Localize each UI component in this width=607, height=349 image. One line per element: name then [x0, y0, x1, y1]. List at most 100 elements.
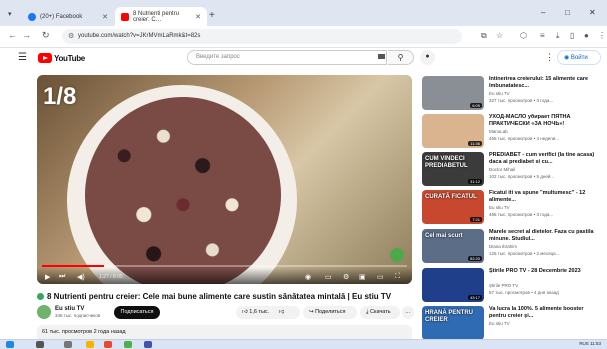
media-control-icon[interactable]: ≡ — [540, 31, 545, 40]
recommendation-channel[interactable]: Eu stiu TV — [489, 205, 510, 210]
browser-menu-icon[interactable]: ⋮ — [598, 31, 606, 40]
recommendation-channel[interactable]: Eu stiu TV — [489, 321, 510, 326]
reload-icon[interactable]: ↻ — [42, 30, 50, 41]
autoplay-toggle[interactable]: ◉ — [305, 273, 311, 281]
back-arrow-icon[interactable]: ← — [8, 30, 17, 40]
recommendation-item[interactable]: CUM VINDECI PREDIABETUL 31:12 PREDIABET - … — [422, 152, 602, 190]
start-button-icon[interactable] — [6, 341, 14, 348]
channel-name[interactable]: Eu stiu TV — [55, 306, 84, 312]
play-icon[interactable]: ▶ — [45, 273, 50, 281]
recommendation-channel[interactable]: Știrile PRO TV — [489, 283, 518, 288]
browser-tab-youtube[interactable]: 8 Nutrienti pentru creier: C… ✕ — [115, 7, 207, 26]
browser-tab-facebook[interactable]: (20+) Facebook ✕ — [22, 7, 114, 26]
recommendation-title[interactable]: PREDIABET - cum verifici (la tine acasa)… — [489, 152, 599, 166]
download-icon[interactable]: ⤓ — [556, 31, 560, 41]
recommendation-title[interactable]: УХОД-МАСЛО убирает ПЯТНА ПРАКТИЧЕСКИ «ЗА… — [489, 114, 599, 128]
forward-arrow-icon[interactable]: → — [22, 30, 31, 40]
hamburger-menu-icon[interactable]: ☰ — [18, 52, 27, 63]
more-actions-button[interactable]: … — [402, 306, 414, 319]
recommendation-thumbnail[interactable]: 43:17 — [422, 268, 484, 302]
recommendation-channel[interactable]: Diana Ibrahim — [489, 244, 517, 249]
recommendation-title[interactable]: Știrile PRO TV - 28 Decembrie 2023 — [489, 268, 599, 275]
recommendation-meta: 455 тыс. просмотров • 4 недели... — [489, 136, 560, 141]
minimize-button[interactable]: – — [541, 8, 545, 17]
share-button[interactable]: ↪ Поделиться — [303, 306, 357, 319]
video-title: 8 Nutrienti pentru creier: Cele mai bune… — [37, 292, 391, 301]
subtitles-icon[interactable]: ▭ — [325, 273, 332, 281]
recommendation-item[interactable]: 11:36 УХОД-МАСЛО убирает ПЯТНА ПРАКТИЧЕСК… — [422, 114, 602, 152]
app-icon[interactable] — [104, 341, 112, 348]
download-button[interactable]: ⤓ Скачать — [360, 306, 400, 319]
recommendation-channel[interactable]: ManoLab — [489, 129, 508, 134]
address-bar[interactable]: ⚙ youtube.com/watch?v=JKrMVmLaRmk&t=82s — [62, 29, 462, 44]
youtube-logo[interactable]: YouTube — [38, 53, 85, 63]
settings-gear-icon[interactable]: ⚙ — [343, 273, 349, 281]
bookmark-star-icon[interactable]: ☆ — [496, 31, 503, 40]
recommendation-item[interactable]: 43:17 Știrile PRO TV - 28 Decembrie 2023 Ș… — [422, 268, 602, 306]
thumbs-down-icon[interactable]: 👎︎ — [279, 309, 285, 315]
recommendation-item[interactable]: 6:09 Intinerirea creierului: 15 alimente … — [422, 76, 602, 114]
recommendation-thumbnail[interactable]: HRANĂ PENTRU CREIER — [422, 306, 484, 340]
close-tab-icon[interactable]: ✕ — [102, 13, 108, 21]
taskview-icon[interactable] — [64, 341, 72, 348]
close-tab-icon[interactable]: ✕ — [195, 13, 201, 21]
recommendation-thumbnail[interactable]: Cel mai scurt 52:20 — [422, 229, 484, 263]
recommendation-channel[interactable]: Eu stiu TV — [489, 91, 510, 96]
recommendation-thumbnail[interactable]: CURATĂ FICATUL 7:21 — [422, 190, 484, 224]
settings-kebab-icon[interactable]: ⋮ — [545, 52, 554, 63]
recommendation-channel[interactable]: Doctor Mihail — [489, 167, 515, 172]
recommendation-title[interactable]: Va lucra la 100%. 5 alimente booster pen… — [489, 306, 599, 320]
thumbnail-caption: HRANĂ PENTRU CREIER — [425, 310, 473, 323]
recommendation-thumbnail[interactable]: CUM VINDECI PREDIABETUL 31:12 — [422, 152, 484, 186]
chrome-taskbar-icon[interactable] — [124, 341, 132, 348]
maximize-button[interactable]: □ — [565, 8, 570, 17]
search-button[interactable]: ⚲ — [388, 50, 414, 65]
next-icon[interactable]: ⏭ — [59, 273, 65, 281]
install-app-icon[interactable]: ⧉ — [481, 31, 487, 41]
thumbnail-caption: Cel mai scurt — [425, 233, 463, 239]
subscribe-button[interactable]: Подписаться — [114, 306, 160, 319]
recommendation-thumbnail[interactable]: 11:36 — [422, 114, 484, 148]
recommendation-title[interactable]: Marele secret al dietelor. Faza cu pasti… — [489, 229, 599, 243]
sign-in-label: Войти — [570, 55, 588, 61]
miniplayer-icon[interactable]: ▣ — [359, 273, 366, 281]
sign-in-button[interactable]: ◉ Войти — [557, 50, 601, 65]
recommendation-item[interactable]: CURATĂ FICATUL 7:21 Ficatul iti va spune "… — [422, 190, 602, 228]
recommendation-title[interactable]: Ficatul iti va spune "multumesc" - 12 al… — [489, 190, 599, 204]
file-explorer-icon[interactable] — [86, 341, 94, 348]
channel-avatar[interactable] — [37, 305, 51, 319]
voice-search-button[interactable]: ● — [420, 50, 435, 65]
profile-icon[interactable]: ● — [584, 31, 589, 40]
volume-icon[interactable]: ◀) — [77, 273, 85, 281]
channel-watermark[interactable] — [390, 248, 404, 262]
thumbnail-caption: CURATĂ FICATUL — [425, 194, 477, 200]
search-input[interactable]: Введите запрос — [187, 50, 387, 65]
fullscreen-icon[interactable]: ⛶ — [395, 273, 400, 281]
recommendation-item[interactable]: Cel mai scurt 52:20 Marele secret al diete… — [422, 229, 602, 267]
duration-badge: 7:21 — [470, 217, 482, 222]
like-dislike-button[interactable]: 👍︎ 1,6 тыс. 👎︎ — [236, 306, 300, 319]
view-date-text: 61 тыс. просмотров 2 года назад — [42, 329, 126, 335]
microphone-icon: ● — [425, 53, 430, 60]
download-label: Скачать — [369, 309, 391, 315]
site-info-icon[interactable]: ⚙ — [68, 32, 74, 40]
new-tab-button[interactable]: + — [209, 10, 215, 21]
extensions-icon[interactable]: ⬡ — [520, 31, 527, 40]
system-tray[interactable]: RUS 11:53 — [579, 341, 601, 346]
search-taskbar-icon[interactable] — [36, 341, 44, 348]
windows-taskbar: RUS 11:53 — [0, 339, 607, 349]
sidebar-icon[interactable]: ▯ — [570, 31, 574, 40]
theater-mode-icon[interactable]: ▭ — [377, 273, 384, 281]
recommendation-title[interactable]: Intinerirea creierului: 15 alimente care… — [489, 76, 599, 90]
close-window-button[interactable]: ✕ — [589, 8, 596, 17]
tab-search-icon[interactable]: ▾ — [8, 10, 12, 18]
video-player[interactable]: 1/8 ▶ ⏭ ◀) 1:27 / 8:00 ◉ ▭ ⚙ ▣ ▭ ⛶ — [37, 75, 412, 284]
tab-label: 8 Nutrienti pentru creier: C… — [133, 10, 180, 23]
app-icon[interactable] — [144, 341, 152, 348]
youtube-header: ☰ YouTube Введите запрос ⚲ ● ⋮ ◉ Войти — [0, 48, 607, 70]
recommendation-thumbnail[interactable]: 6:09 — [422, 76, 484, 110]
youtube-play-logo-icon — [38, 53, 52, 63]
keyboard-icon[interactable] — [378, 54, 385, 59]
youtube-logo-text: YouTube — [54, 53, 85, 63]
progress-bar[interactable] — [42, 265, 407, 267]
